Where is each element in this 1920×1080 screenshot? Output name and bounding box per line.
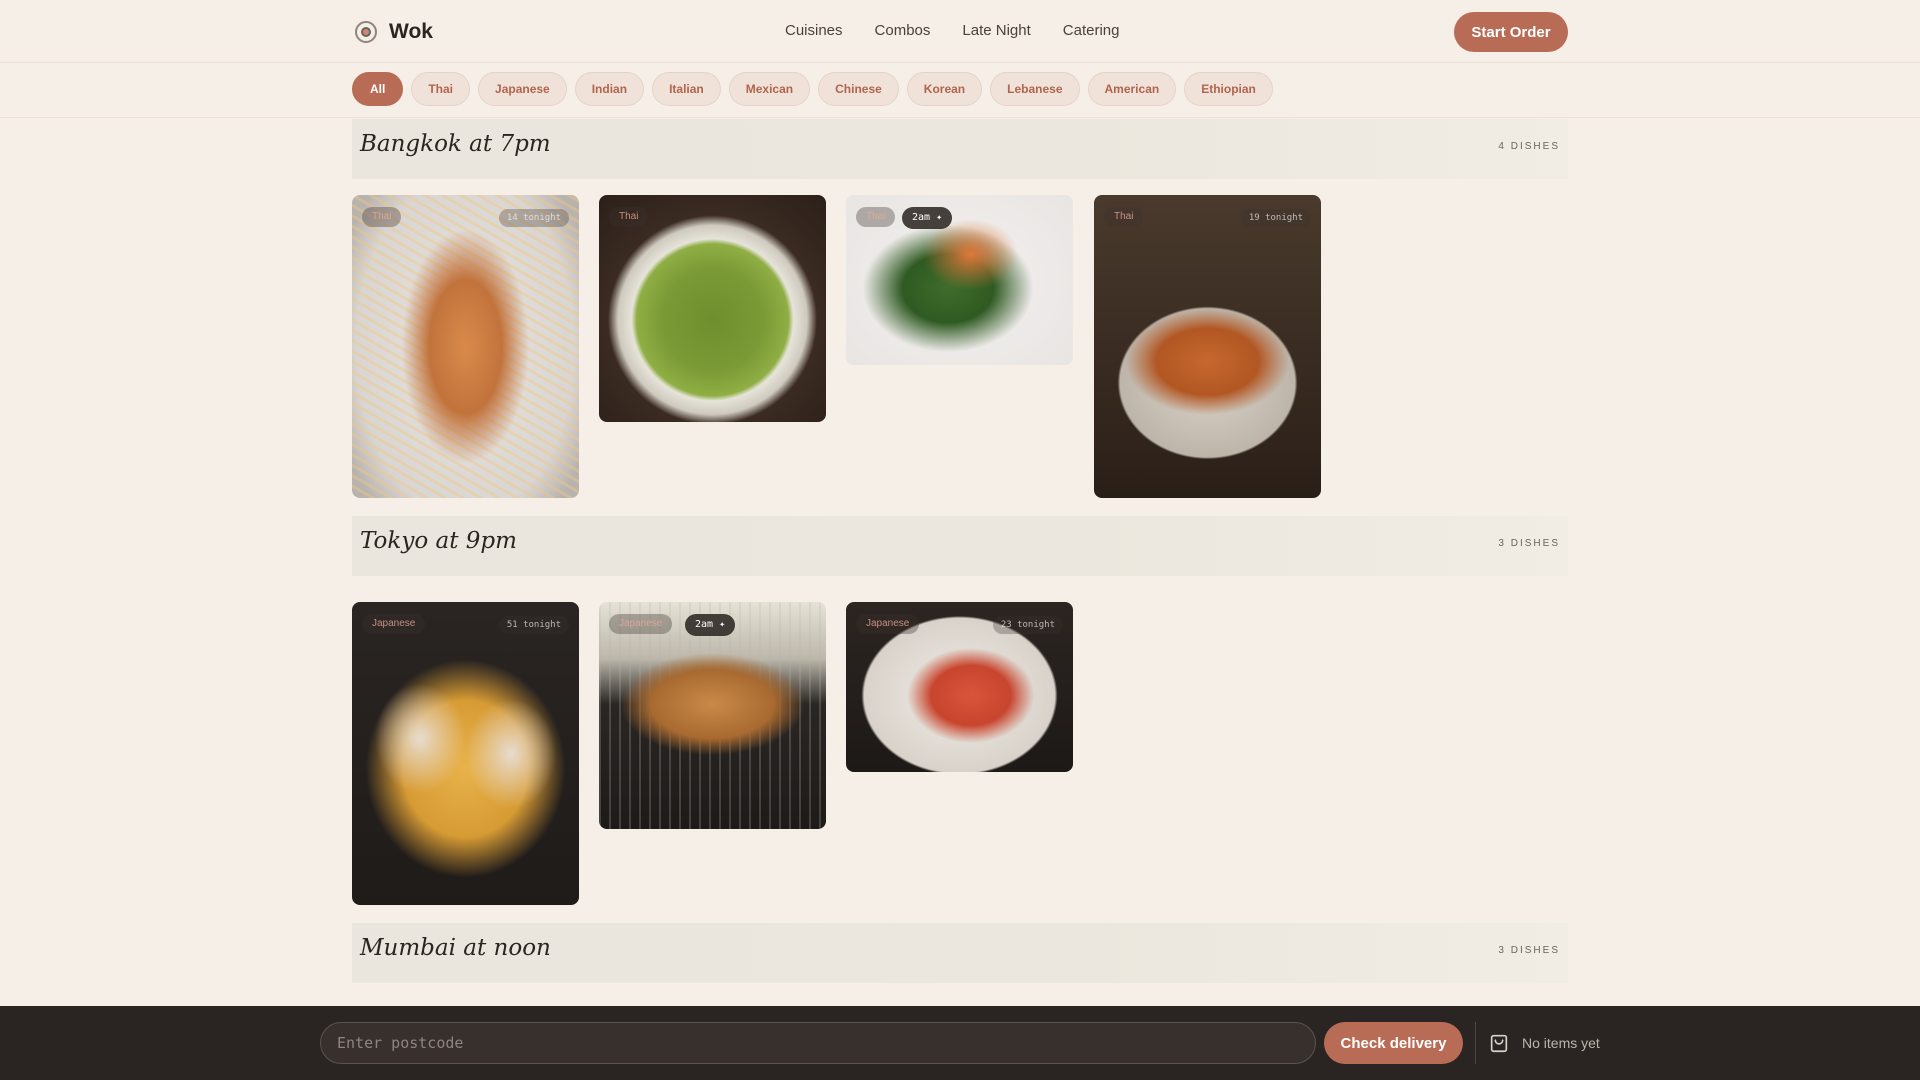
shopping-bag-icon: [1490, 1034, 1508, 1053]
delivery-bar: Check delivery No items yet: [0, 1006, 1920, 1080]
content-fade: [0, 980, 1920, 1006]
chip-american[interactable]: American: [1087, 72, 1177, 106]
chip-ethiopian[interactable]: Ethiopian: [1184, 72, 1273, 106]
chip-italian[interactable]: Italian: [652, 72, 721, 106]
nav-late-night[interactable]: Late Night: [962, 22, 1030, 39]
nav-cuisines[interactable]: Cuisines: [785, 22, 843, 39]
wok-logo-icon: [355, 21, 377, 43]
brand-name: Wok: [389, 20, 433, 43]
dish-card-tonkatsu[interactable]: Japanese 2am ✦: [599, 602, 826, 829]
check-delivery-button[interactable]: Check delivery: [1324, 1022, 1463, 1064]
cuisine-tag: Thai: [1104, 207, 1144, 227]
dish-count: 4 DISHES: [1498, 141, 1560, 152]
cart-summary[interactable]: No items yet: [1488, 1030, 1600, 1056]
dish-card-green-curry[interactable]: Thai: [599, 195, 826, 422]
filter-chips: All Thai Japanese Indian Italian Mexican…: [352, 72, 1273, 106]
main-nav: Cuisines Combos Late Night Catering: [785, 22, 1119, 39]
chip-lebanese[interactable]: Lebanese: [990, 72, 1080, 106]
start-order-button[interactable]: Start Order: [1454, 12, 1568, 52]
orders-tonight-badge: 23 tonight: [992, 616, 1063, 634]
cuisine-tag: Japanese: [609, 614, 673, 634]
cuisine-tag: Thai: [609, 207, 649, 227]
divider: [1475, 1022, 1476, 1064]
dish-card-tonkotsu-ramen[interactable]: Japanese 51 tonight: [352, 602, 579, 905]
site-header: Wok Cuisines Combos Late Night Catering …: [0, 0, 1920, 63]
cuisine-tag: Japanese: [856, 614, 920, 634]
cuisine-filter-bar: All Thai Japanese Indian Italian Mexican…: [0, 64, 1920, 118]
chip-japanese[interactable]: Japanese: [478, 72, 567, 106]
cuisine-tag: Thai: [362, 207, 402, 227]
brand[interactable]: Wok: [355, 19, 433, 45]
section-header-tokyo: Tokyo at 9pm 3 DISHES: [352, 516, 1568, 576]
section-header-mumbai: Mumbai at noon 3 DISHES: [352, 923, 1568, 983]
cart-status: No items yet: [1522, 1035, 1600, 1051]
orders-tonight-badge: 19 tonight: [1240, 209, 1311, 227]
chip-mexican[interactable]: Mexican: [728, 72, 811, 106]
dish-card-papaya-salad[interactable]: Thai 2am ✦: [846, 195, 1073, 365]
section-title: Bangkok at 7pm: [360, 131, 551, 157]
orders-tonight-badge: 51 tonight: [498, 616, 569, 634]
dish-card-pad-thai[interactable]: Thai 14 tonight: [352, 195, 579, 498]
cuisine-tag: Thai: [856, 207, 896, 227]
section-title: Tokyo at 9pm: [360, 528, 517, 554]
postcode-input[interactable]: [320, 1022, 1316, 1064]
nav-combos[interactable]: Combos: [875, 22, 931, 39]
dish-count: 3 DISHES: [1498, 538, 1560, 549]
chip-indian[interactable]: Indian: [574, 72, 645, 106]
late-night-badge: 2am ✦: [902, 207, 953, 229]
dish-card-chirashi-bowl[interactable]: Japanese 23 tonight: [846, 602, 1073, 772]
nav-catering[interactable]: Catering: [1063, 22, 1120, 39]
chip-korean[interactable]: Korean: [906, 72, 983, 106]
section-header-bangkok: Bangkok at 7pm 4 DISHES: [352, 119, 1568, 179]
cuisine-tag: Japanese: [362, 614, 426, 634]
chip-thai[interactable]: Thai: [411, 72, 471, 106]
orders-tonight-badge: 14 tonight: [498, 209, 569, 227]
chip-chinese[interactable]: Chinese: [818, 72, 899, 106]
dish-card-massaman-curry[interactable]: Thai 19 tonight: [1094, 195, 1321, 498]
late-night-badge: 2am ✦: [685, 614, 736, 636]
dish-count: 3 DISHES: [1498, 945, 1560, 956]
chip-all[interactable]: All: [352, 72, 404, 106]
section-title: Mumbai at noon: [360, 935, 551, 961]
